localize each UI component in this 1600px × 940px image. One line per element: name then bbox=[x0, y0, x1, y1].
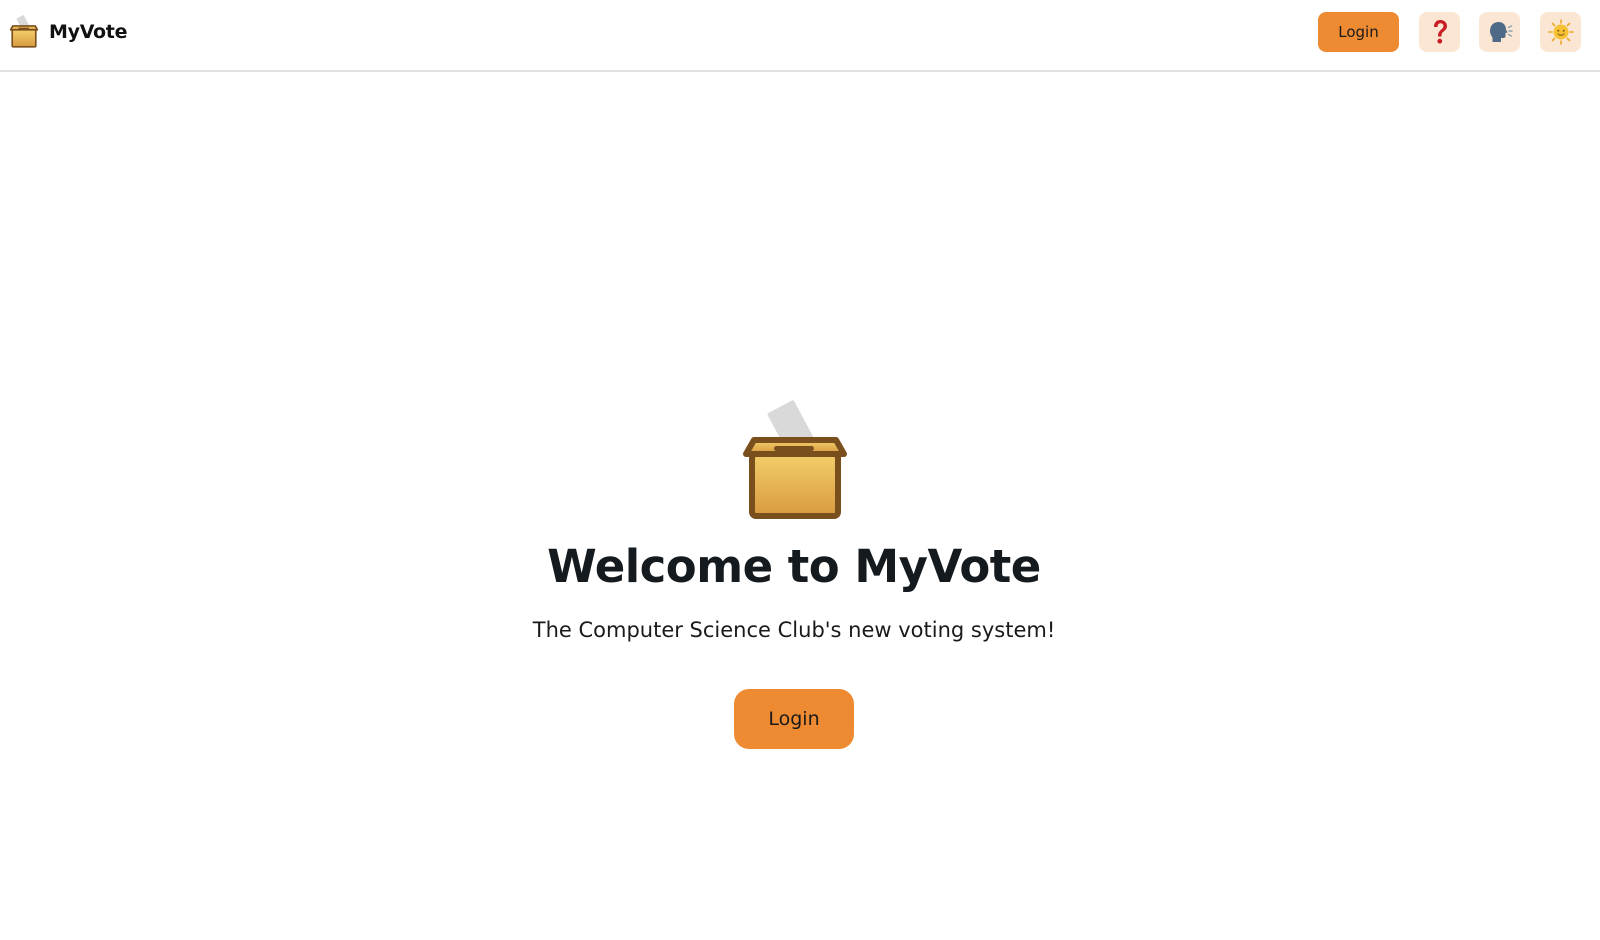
page-title: Welcome to MyVote bbox=[547, 540, 1041, 593]
app-name: MyVote bbox=[49, 21, 128, 43]
question-mark-icon bbox=[1433, 20, 1447, 44]
top-navigation-bar: MyVote Login bbox=[0, 0, 1600, 72]
help-button[interactable] bbox=[1419, 12, 1460, 52]
page-subtitle: The Computer Science Club's new voting s… bbox=[532, 618, 1056, 642]
brand[interactable]: MyVote bbox=[8, 14, 127, 50]
speaking-head-icon bbox=[1489, 22, 1513, 42]
login-button[interactable]: Login bbox=[734, 689, 854, 749]
theme-toggle-button[interactable] bbox=[1540, 12, 1581, 52]
sun-icon bbox=[1547, 19, 1574, 45]
ballot-box-icon bbox=[743, 400, 847, 519]
language-button[interactable] bbox=[1479, 12, 1520, 52]
ballot-box-icon bbox=[9, 15, 39, 48]
header-login-button[interactable]: Login bbox=[1318, 12, 1399, 52]
